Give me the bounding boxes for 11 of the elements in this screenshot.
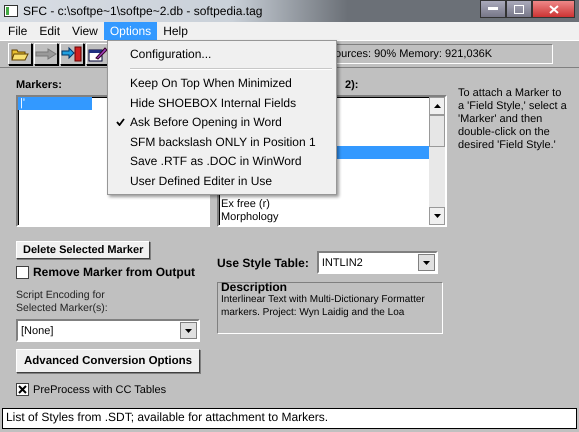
description-text: Interlinear Text with Multi-Dictionary Formatter markers. Project: Wyn Laidig and the Loa: [221, 294, 426, 319]
status-bar: List of Styles from .SDT; available for attachment to Markers.: [2, 408, 577, 429]
script-encoding-label: Script Encoding for Selected Marker(s):: [16, 289, 109, 316]
help-text: To attach a Marker to a 'Field Style,' select a 'Marker' and then double-click on the desired 'Field Style.': [458, 87, 568, 152]
checkbox-label: PreProcess with CC Tables: [33, 384, 166, 396]
group-title: Description: [221, 281, 288, 293]
checkbox-label: Remove Marker from Output: [33, 265, 196, 279]
style-table-label: Use Style Table:: [217, 256, 309, 270]
window-title: SFC - c:\softpe~1\softpe~2.db - softpedia.tag: [23, 4, 262, 18]
markers-label: Markers:: [16, 79, 62, 93]
field-styles-label: 2):: [345, 79, 358, 93]
